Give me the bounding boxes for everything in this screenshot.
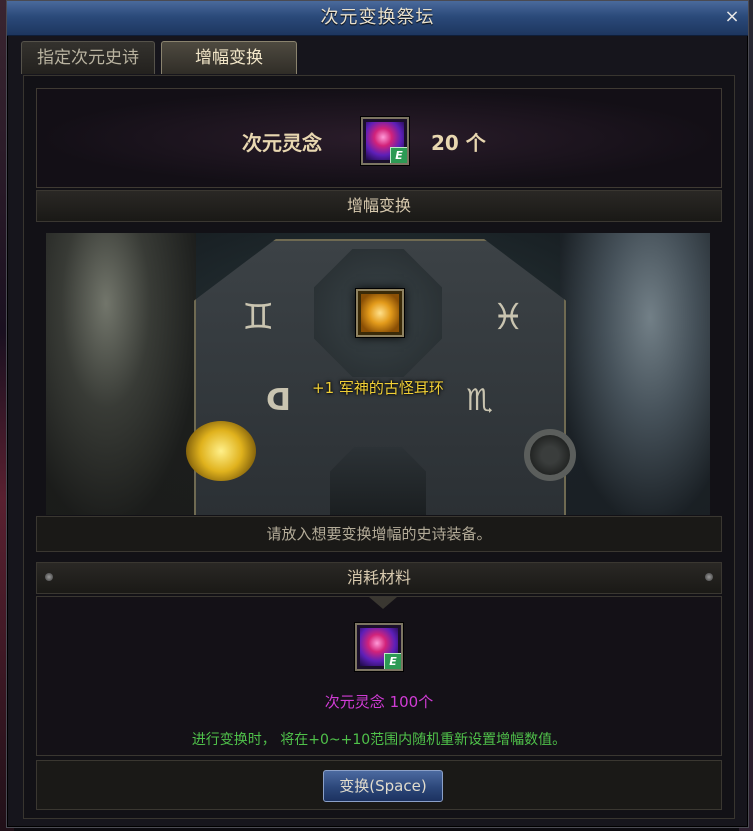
materials-section-header: 消耗材料 xyxy=(36,562,722,594)
altar-scene: ♊ ♓ ᗡ ♏ +1 军神的古怪耳环 xyxy=(46,233,710,515)
dimension-spirit-gem-icon: E xyxy=(355,623,403,671)
close-icon[interactable]: × xyxy=(722,7,742,27)
gemini-glyph-icon: ♊ xyxy=(242,297,275,338)
dimension-transform-altar-window: 次元变换祭坛 × 指定次元史诗 增幅变换 次元灵念 E 20 个 增幅变换 ♊ … xyxy=(6,0,749,828)
materials-panel: E 次元灵念 100个 进行变换时， 将在+0~+10范围内随机重新设置增幅数值… xyxy=(36,596,722,756)
action-bar: 变换(Space) xyxy=(36,760,722,810)
equipment-slot[interactable] xyxy=(356,289,404,337)
materials-notch xyxy=(369,597,397,609)
resource-count: 20 个 xyxy=(431,131,486,155)
content-panel: 次元灵念 E 20 个 增幅变换 ♊ ♓ ᗡ ♏ +1 军神的古怪耳环 请放入想… xyxy=(23,75,735,819)
pisces-glyph-icon: ♓ xyxy=(492,297,525,338)
altar-hint: 请放入想要变换增幅的史诗装备。 xyxy=(36,516,722,552)
tab-specified-dimension-epic[interactable]: 指定次元史诗 xyxy=(21,41,155,74)
materials-section-title: 消耗材料 xyxy=(346,568,411,587)
transform-button[interactable]: 变换(Space) xyxy=(323,770,443,802)
gear-icon xyxy=(524,429,576,481)
earring-icon xyxy=(361,294,399,332)
resource-panel: 次元灵念 E 20 个 xyxy=(36,88,722,188)
dimension-spirit-gem-icon: E xyxy=(361,117,409,165)
skeleton-statue-image xyxy=(46,233,196,515)
resource-label: 次元灵念 xyxy=(242,131,322,155)
elf-statue-image xyxy=(560,233,710,515)
material-cost-label: 次元灵念 100个 xyxy=(324,693,434,711)
left-rivet-icon xyxy=(45,573,53,581)
equipment-name: +1 军神的古怪耳环 xyxy=(312,379,444,397)
window-title: 次元变换祭坛 xyxy=(320,7,435,28)
gem-badge: E xyxy=(384,653,401,669)
gem-badge: E xyxy=(390,147,407,163)
tab-amplify-transform[interactable]: 增幅变换 xyxy=(161,41,297,74)
title-bar[interactable]: 次元变换祭坛 × xyxy=(7,1,748,36)
altar-bottom-slot xyxy=(330,447,426,515)
altar-section-title: 增幅变换 xyxy=(346,196,411,215)
glowing-lamp-image xyxy=(186,421,256,481)
right-rivet-icon xyxy=(705,573,713,581)
altar-section-header: 增幅变换 xyxy=(36,190,722,222)
transform-note: 进行变换时， 将在+0~+10范围内随机重新设置增幅数值。 xyxy=(191,732,567,748)
